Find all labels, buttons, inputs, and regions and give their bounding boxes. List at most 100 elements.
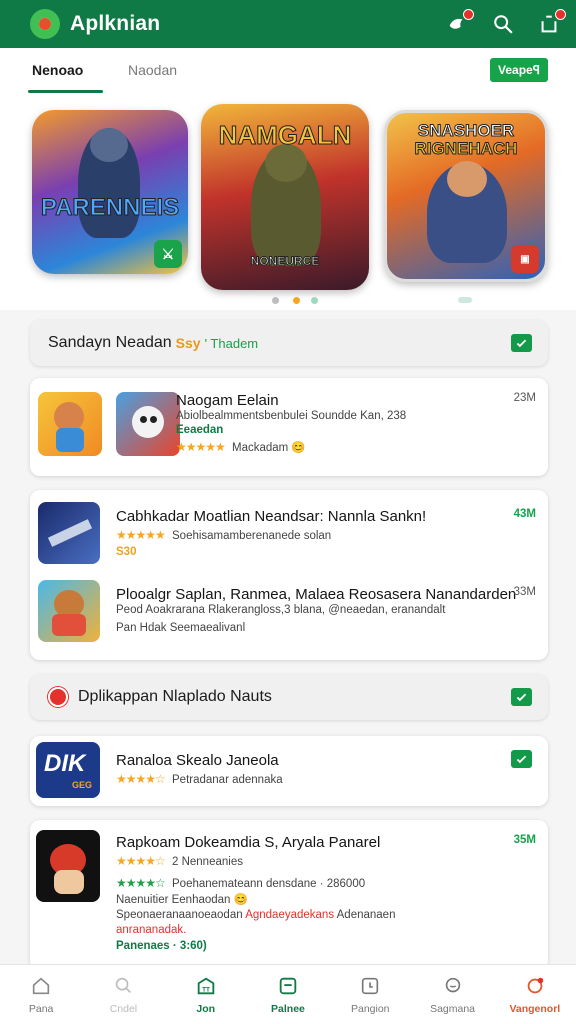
search-button[interactable] [490, 11, 516, 37]
tab-nenoao[interactable]: Nenoao [32, 62, 83, 78]
list-app-2-title: Plooalgr Saplan, Ranmea, Malaea Reosaser… [116, 586, 517, 603]
list-app-1-stars: ★★★★★ [116, 528, 166, 542]
banner-1[interactable]: PARENNEIS ⚔ [32, 110, 188, 274]
app-item-stars: ★★★★☆ [116, 772, 166, 786]
featured-app-icon-2 [116, 392, 180, 456]
last-app-line3-a: Speonaeranaanoeaodan [116, 909, 243, 921]
updates-icon [527, 977, 544, 994]
list-app-icon-2 [38, 580, 100, 642]
app-list-card: Cabhkadar Moatlian Neandsar: Nannla Sank… [30, 490, 548, 660]
last-app-line4: anrananadak. [116, 924, 187, 936]
share-button[interactable] [536, 9, 566, 37]
nav-item-vangenorl[interactable]: Vangenorl [494, 965, 576, 1024]
last-app-size: 35M [513, 834, 536, 846]
last-app-card[interactable]: Rapkoam Dokeamdia S, Aryala Panarel ★★★★… [30, 820, 548, 970]
active-tab-indicator [28, 90, 103, 93]
list-app-1-desc: Soehisamamberenanede solan [172, 530, 332, 542]
last-app-line2: Naenuitier Eenhaodan 😊 [116, 894, 248, 906]
app-item-desc: Petradanar adennaka [172, 774, 283, 786]
featured-app-desc: Abiolbealmmentsbenbulei Soundde Kan, 238 [176, 410, 407, 422]
section-2-checkbox[interactable] [511, 688, 532, 706]
app-item-card[interactable]: DIK GEG Ranaloa Skealo Janeola ★★★★☆ Pet… [30, 736, 548, 806]
last-app-green-stars: ★★★★☆ [116, 876, 166, 890]
nav-item-palnee[interactable]: Palnee [247, 965, 329, 1024]
featured-carousel[interactable]: PARENNEIS ⚔ NAMGALN NONEURCE SNASHOER RI… [0, 94, 576, 310]
nav-label: Cndel [109, 1003, 138, 1015]
banner-2[interactable]: NAMGALN NONEURCE [201, 104, 369, 290]
banner-3-title-2: RIGNEHACH [414, 139, 518, 159]
store-icon: TT [197, 977, 214, 995]
featured-app-icon-1 [38, 392, 102, 456]
section-2-icon [48, 687, 68, 707]
carousel-dot[interactable] [272, 297, 279, 304]
nav-item-jon[interactable]: TT Jon [165, 965, 247, 1024]
last-app-title: Rapkoam Dokeamdia S, Aryala Panarel [116, 834, 381, 851]
carousel-dot[interactable] [311, 297, 318, 304]
last-app-stars: ★★★★☆ [116, 854, 166, 868]
app-item-logo-sub: GEG [72, 780, 93, 790]
featured-app-card[interactable]: Naogam Eelain Abiolbealmmentsbenbulei So… [30, 378, 548, 476]
share-badge [555, 9, 566, 20]
nav-label: Sagmana [430, 1003, 476, 1015]
nav-label: Pangion [350, 1003, 390, 1015]
carousel-dot[interactable] [293, 297, 300, 304]
notification-button[interactable] [444, 9, 474, 37]
tabs-bar: Nenoao Naodan Veapeꟼ [0, 48, 576, 94]
bottom-nav: Pana Cndel TT Jon Palnee Pangion Sagmana… [0, 964, 576, 1024]
home-icon [32, 977, 50, 995]
banner-1-title: PARENNEIS [40, 194, 180, 222]
app-item-title: Ranaloa Skealo Janeola [116, 752, 279, 769]
notification-badge [463, 9, 474, 20]
nav-item-sagmana[interactable]: Sagmana [411, 965, 493, 1024]
tab-naodan[interactable]: Naodan [128, 62, 177, 78]
list-app-1-title: Cabhkadar Moatlian Neandsar: Nannla Sank… [116, 508, 427, 525]
last-app-line5: Panenaes · 3:60) [116, 940, 207, 952]
list-app-2-size: 33M [513, 586, 536, 598]
featured-app-stars: ★★★★★ [176, 440, 226, 454]
last-app-line1: Poehanemateann densdane · 286000 [172, 878, 366, 890]
nav-item-pana[interactable]: Pana [0, 965, 82, 1024]
nav-label: Pana [28, 1003, 54, 1015]
check-icon [516, 755, 527, 763]
list-app-1-price: S30 [116, 546, 137, 558]
section-1-link[interactable]: ' Thadem [205, 336, 259, 351]
app-title: Aplknian [70, 12, 161, 35]
carousel-dots[interactable] [0, 297, 576, 307]
last-app-icon [36, 830, 100, 902]
list-app-2-desc: Peod Aoakrarana Rlakerangloss,3 blana, @… [116, 604, 446, 616]
section-2-title: Dplikappan Nlaplado Nauts [78, 688, 272, 705]
nav-item-pangion[interactable]: Pangion [329, 965, 411, 1024]
banner-3-title-1: SNASHOER [417, 121, 515, 141]
banner-3-badge-icon: ▣ [511, 245, 539, 273]
last-app-count: 2 Nenneanies [172, 856, 243, 868]
section-header-2: Dplikappan Nlaplado Nauts [30, 674, 548, 720]
apps-icon [279, 977, 297, 995]
carousel-dot[interactable] [458, 297, 472, 303]
nav-item-cndel[interactable]: Cndel [82, 965, 164, 1024]
clock-icon [362, 977, 379, 995]
nav-label: Palnee [271, 1003, 305, 1015]
last-app-line3-b: Agndaeyadekans [245, 909, 335, 921]
app-header: Aplknian [0, 0, 576, 48]
last-app-line3-c: Adenanaen [336, 909, 396, 921]
banner-3[interactable]: SNASHOER RIGNEHACH ▣ [384, 110, 548, 282]
section-1-checkbox[interactable] [511, 334, 532, 352]
check-icon [516, 339, 527, 347]
featured-app-title: Naogam Eelain [176, 392, 279, 409]
featured-app-publisher: Eeaedan [176, 424, 224, 436]
section-1-title: Sandayn Neadan [48, 334, 172, 351]
chat-icon [445, 977, 460, 993]
banner-2-caption: NONEURCE [250, 254, 320, 269]
nav-label: Vangenorl [509, 1003, 561, 1015]
app-item-logo-text: DIK [44, 750, 86, 777]
check-icon [516, 693, 527, 701]
banner-2-title: NAMGALN [218, 120, 352, 151]
list-app-icon-1 [38, 502, 100, 564]
nav-label: Jon [196, 1003, 216, 1015]
section-1-tag: Ssy [175, 335, 201, 351]
app-item-checkbox[interactable] [511, 750, 532, 768]
featured-app-size: 23M [513, 392, 536, 404]
svg-text:TT: TT [202, 987, 210, 994]
search-icon [116, 977, 132, 994]
tab-action-button[interactable]: Veapeꟼ [490, 58, 548, 82]
